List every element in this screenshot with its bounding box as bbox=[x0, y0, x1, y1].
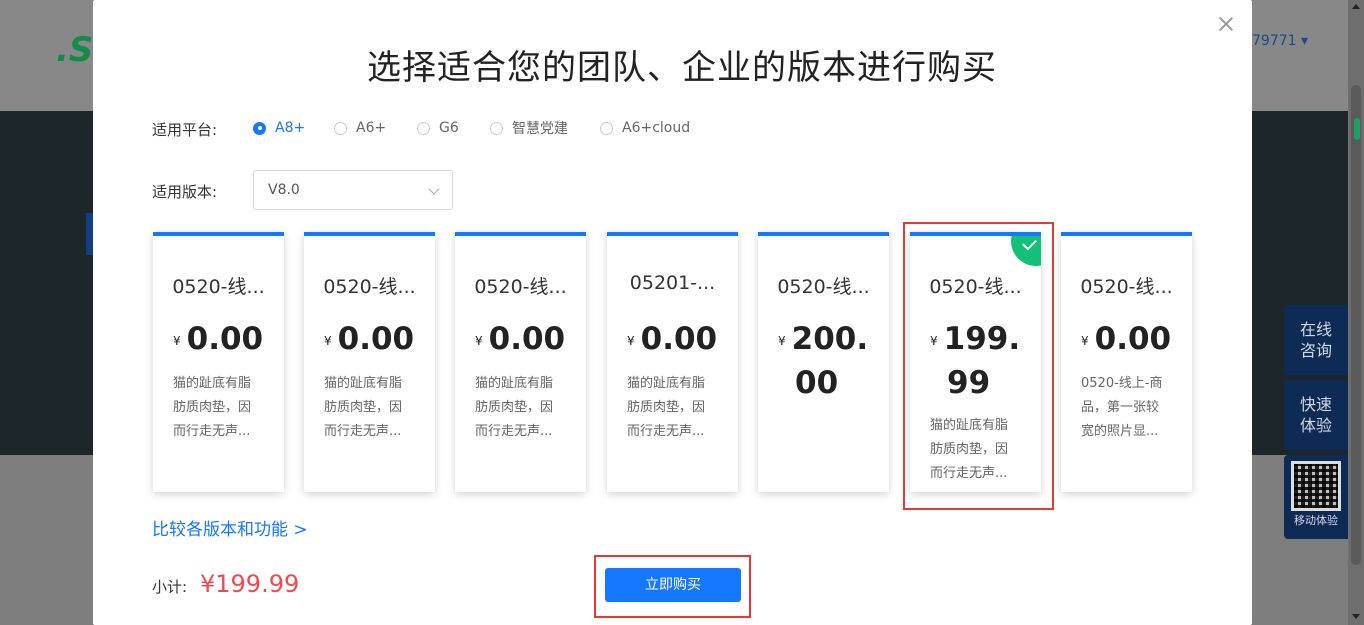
product-card[interactable]: 0520-线... ¥0.00 猫的趾底有脂 肪质肉垫，因 而行走无声... bbox=[304, 232, 435, 492]
platform-radio-party-building[interactable]: 智慧党建 bbox=[490, 119, 568, 137]
product-card[interactable]: 0520-线... ¥200. 00 bbox=[758, 232, 889, 492]
product-price: ¥0.00 bbox=[627, 321, 718, 357]
product-name: 05201-... bbox=[629, 272, 716, 294]
product-price: ¥0.00 bbox=[1081, 321, 1172, 357]
version-label: 适用版本: bbox=[152, 183, 218, 201]
product-card[interactable]: 0520-线... ¥0.00 猫的趾底有脂 肪质肉垫，因 而行走无声... bbox=[455, 232, 586, 492]
product-description: 0520-线上-商 品，第一张较 宽的照片显... bbox=[1081, 376, 1163, 439]
product-description: 猫的趾底有脂 肪质肉垫，因 而行走无声... bbox=[324, 376, 403, 439]
version-select-value: V8.0 bbox=[268, 182, 300, 198]
platform-radio-a8plus[interactable]: A8+ bbox=[253, 119, 305, 137]
product-price: ¥0.00 bbox=[173, 321, 264, 357]
product-description: 猫的趾底有脂 肪质肉垫，因 而行走无声... bbox=[475, 376, 554, 439]
platform-label: 适用平台: bbox=[152, 121, 218, 139]
product-description: 猫的趾底有脂 肪质肉垫，因 而行走无声... bbox=[930, 418, 1009, 481]
online-consult-label-1: 在线 bbox=[1299, 320, 1332, 339]
quick-trial-label-1: 快速 bbox=[1299, 395, 1332, 414]
close-icon[interactable] bbox=[1216, 14, 1236, 34]
product-name: 0520-线... bbox=[1080, 276, 1173, 298]
product-description: 猫的趾底有脂 肪质肉垫，因 而行走无声... bbox=[173, 376, 252, 439]
version-select[interactable]: V8.0 bbox=[253, 170, 453, 210]
subtotal-value: ¥199.99 bbox=[200, 570, 300, 598]
radio-checked-icon bbox=[253, 121, 266, 135]
product-price: ¥0.00 bbox=[324, 321, 415, 357]
product-card-selected[interactable]: 0520-线... ¥199. 99 猫的趾底有脂 肪质肉垫，因 而行走无声... bbox=[910, 232, 1041, 492]
mobile-experience-label: 移动体验 bbox=[1294, 514, 1338, 527]
product-card[interactable]: 0520-线... ¥0.00 0520-线上-商 品，第一张较 宽的照片显... bbox=[1061, 232, 1192, 492]
scrollbar-thumb[interactable] bbox=[1351, 85, 1361, 565]
qr-code-icon bbox=[1291, 461, 1341, 511]
product-price: ¥199. 99 bbox=[930, 321, 1021, 401]
product-description: 猫的趾底有脂 肪质肉垫，因 而行走无声... bbox=[627, 376, 706, 439]
quick-trial-button[interactable]: 快速 体验 bbox=[1284, 380, 1348, 450]
product-name: 0520-线... bbox=[777, 276, 870, 298]
radio-icon bbox=[490, 121, 503, 135]
quick-trial-label-2: 体验 bbox=[1299, 416, 1332, 435]
modal-title: 选择适合您的团队、企业的版本进行购买 bbox=[367, 48, 997, 88]
chevron-down-icon bbox=[428, 183, 440, 195]
radio-icon bbox=[600, 121, 613, 135]
product-name: 0520-线... bbox=[172, 276, 265, 298]
scroll-up-icon[interactable] bbox=[1352, 4, 1360, 9]
check-icon bbox=[1011, 236, 1041, 266]
product-name: 0520-线... bbox=[474, 276, 567, 298]
radio-icon bbox=[334, 121, 347, 135]
product-price: ¥0.00 bbox=[475, 321, 566, 357]
compare-versions-link[interactable]: 比较各版本和功能 > bbox=[152, 515, 308, 540]
platform-radio-a6cloud[interactable]: A6+cloud bbox=[600, 119, 690, 137]
subtotal-label: 小计: bbox=[152, 578, 188, 596]
online-consult-label-2: 咨询 bbox=[1299, 341, 1332, 360]
online-consult-button[interactable]: 在线 咨询 bbox=[1284, 305, 1348, 375]
product-card[interactable]: 0520-线... ¥0.00 猫的趾底有脂 肪质肉垫，因 而行走无声... bbox=[153, 232, 284, 492]
radio-icon bbox=[417, 121, 430, 135]
product-price: ¥200. 00 bbox=[778, 321, 869, 401]
buy-now-button[interactable]: 立即购买 bbox=[605, 568, 741, 602]
scrollbar-grip bbox=[1354, 118, 1360, 140]
product-name: 0520-线... bbox=[323, 276, 416, 298]
product-name: 0520-线... bbox=[929, 276, 1022, 298]
product-card[interactable]: 05201-... ¥0.00 猫的趾底有脂 肪质肉垫，因 而行走无声... bbox=[607, 232, 738, 492]
platform-radio-g6[interactable]: G6 bbox=[417, 119, 459, 137]
mobile-experience-button[interactable]: 移动体验 bbox=[1284, 455, 1348, 539]
platform-radio-a6plus[interactable]: A6+ bbox=[334, 119, 386, 137]
scroll-down-icon[interactable] bbox=[1352, 614, 1360, 619]
